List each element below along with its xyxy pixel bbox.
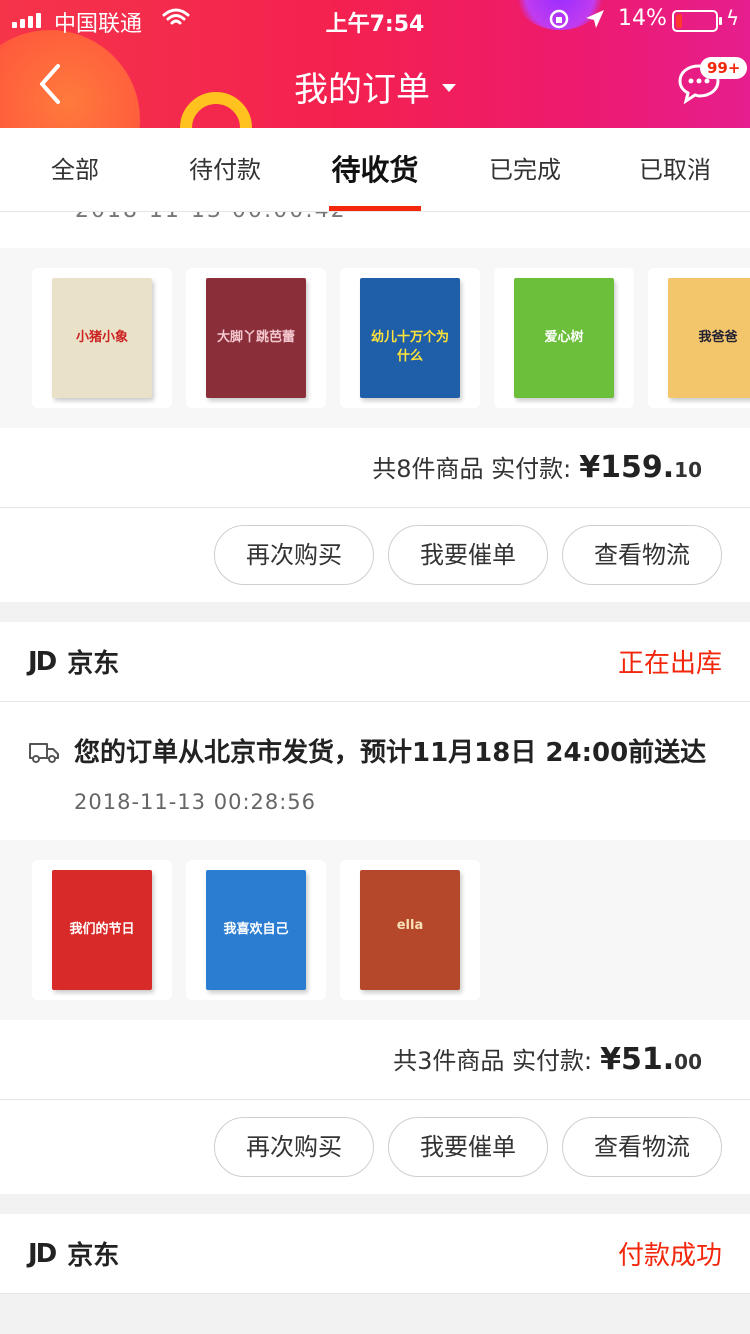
product-thumbnail[interactable]: 小猪小象 — [32, 268, 172, 408]
page-title-text: 我的订单 — [294, 70, 430, 110]
view-logistics-button[interactable]: 查看物流 — [562, 1117, 722, 1177]
book-cover-image: 我喜欢自己 — [206, 870, 306, 990]
order2-shop-row[interactable]: JD 京东 正在出库 — [0, 622, 750, 702]
book-cover-title: 幼儿十万个为什么 — [370, 330, 449, 364]
tab-all[interactable]: 全部 — [0, 128, 150, 211]
book-cover-title: 我们的节日 — [69, 922, 135, 937]
header: 中国联通 上午7:54 14% ϟ 我的订单 99+ — [0, 0, 750, 128]
charging-icon: ϟ — [726, 6, 740, 30]
order1-actions: 再次购买 我要催单 查看物流 — [0, 508, 750, 602]
book-cover-image: 幼儿十万个为什么 — [360, 278, 460, 398]
product-thumbnail[interactable]: 我们的节日 — [32, 860, 172, 1000]
book-cover-title: 小猪小象 — [75, 330, 128, 345]
message-count-badge: 99+ — [700, 57, 748, 79]
book-cover-image: 我们的节日 — [52, 870, 152, 990]
order2-shipping-info[interactable]: 您的订单从北京市发货，预计11月18日 24:00前送达 2018-11-13 … — [0, 702, 750, 840]
book-cover-image: ella — [360, 870, 460, 990]
order2-status: 正在出库 — [617, 649, 722, 679]
order2-price: ¥51. — [600, 1042, 675, 1077]
tab-pending-payment[interactable]: 待付款 — [150, 128, 300, 211]
order-list[interactable]: 2018-11-13 00:00:42 小猪小象 大脚丫跳芭蕾 幼儿十万个为什么 爱心… — [0, 212, 750, 1334]
urge-order-button[interactable]: 我要催单 — [388, 525, 548, 585]
order2-actions: 再次购买 我要催单 查看物流 — [0, 1100, 750, 1194]
book-cover-image: 大脚丫跳芭蕾 — [206, 278, 306, 398]
product-thumbnail[interactable]: 我爸爸 — [648, 268, 750, 408]
order1-summary-text: 共8件商品 实付款: — [372, 455, 572, 483]
rebuy-button[interactable]: 再次购买 — [214, 1117, 374, 1177]
product-thumbnail[interactable]: 我喜欢自己 — [186, 860, 326, 1000]
order3-shop-name: 京东 — [67, 1241, 120, 1271]
book-cover-title: 我喜欢自己 — [223, 922, 289, 937]
tab-cancelled[interactable]: 已取消 — [600, 128, 750, 211]
page-title[interactable]: 我的订单 — [0, 62, 750, 111]
battery-icon — [672, 10, 722, 32]
order-tabs: 全部 待付款 待收货 已完成 已取消 — [0, 128, 750, 212]
product-thumbnail[interactable]: ella — [340, 860, 480, 1000]
jd-logo-icon: JD — [28, 1238, 57, 1269]
chevron-down-icon — [442, 83, 456, 92]
tab-pending-receipt[interactable]: 待收货 — [300, 128, 450, 211]
order2-summary: 共3件商品 实付款: ¥51.00 — [0, 1020, 750, 1100]
order3-status: 付款成功 — [617, 1241, 722, 1271]
clipped-timestamp: 2018-11-13 00:00:42 — [0, 212, 750, 248]
view-logistics-button[interactable]: 查看物流 — [562, 525, 722, 585]
order2-goods[interactable]: 我们的节日 我喜欢自己 ella — [0, 840, 750, 1020]
book-cover-title: 大脚丫跳芭蕾 — [216, 330, 295, 345]
divider — [0, 602, 750, 622]
location-icon — [586, 10, 604, 28]
book-cover-image: 我爸爸 — [668, 278, 750, 398]
truck-icon — [29, 743, 59, 763]
divider — [0, 1194, 750, 1214]
order3-shop-row[interactable]: JD 京东 付款成功 — [0, 1214, 750, 1294]
tab-completed[interactable]: 已完成 — [450, 128, 600, 211]
product-thumbnail[interactable]: 大脚丫跳芭蕾 — [186, 268, 326, 408]
order1-summary: 共8件商品 实付款: ¥159.10 — [0, 428, 750, 508]
book-cover-title: 爱心树 — [544, 330, 584, 345]
order1-price-cents: 10 — [674, 458, 702, 482]
book-cover-title: ella — [396, 918, 424, 933]
order2-summary-text: 共3件商品 实付款: — [393, 1047, 593, 1075]
battery-percent: 14% — [618, 6, 667, 31]
rotation-lock-icon — [549, 9, 569, 29]
urge-order-button[interactable]: 我要催单 — [388, 1117, 548, 1177]
order2-shop-name: 京东 — [67, 649, 120, 679]
book-cover-image: 爱心树 — [514, 278, 614, 398]
order2-ship-time: 2018-11-13 00:28:56 — [74, 790, 317, 814]
order1-price: ¥159. — [579, 450, 675, 485]
product-thumbnail[interactable]: 爱心树 — [494, 268, 634, 408]
book-cover-title: 我爸爸 — [698, 330, 738, 345]
jd-logo-icon: JD — [28, 646, 57, 677]
product-thumbnail[interactable]: 幼儿十万个为什么 — [340, 268, 480, 408]
order2-price-cents: 00 — [674, 1050, 702, 1074]
order2-ship-message: 您的订单从北京市发货，预计11月18日 24:00前送达 — [74, 738, 707, 768]
order1-goods[interactable]: 小猪小象 大脚丫跳芭蕾 幼儿十万个为什么 爱心树 我爸爸 — [0, 248, 750, 428]
status-bar: 中国联通 上午7:54 14% ϟ — [0, 0, 750, 40]
rebuy-button[interactable]: 再次购买 — [214, 525, 374, 585]
book-cover-image: 小猪小象 — [52, 278, 152, 398]
